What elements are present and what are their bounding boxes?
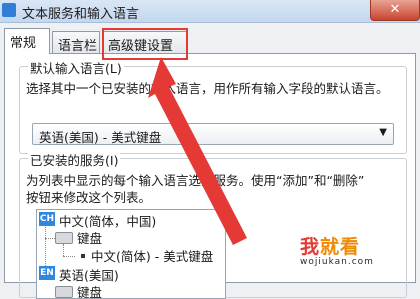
watermark-logo: 我就看 wojiukan.com <box>300 232 374 267</box>
tree-item-keyboard-en[interactable]: 键盘 <box>77 282 102 298</box>
watermark-brand: 我就看 <box>300 236 361 258</box>
watermark-url: wojiukan.com <box>300 257 374 267</box>
keyboard-icon <box>55 286 73 298</box>
